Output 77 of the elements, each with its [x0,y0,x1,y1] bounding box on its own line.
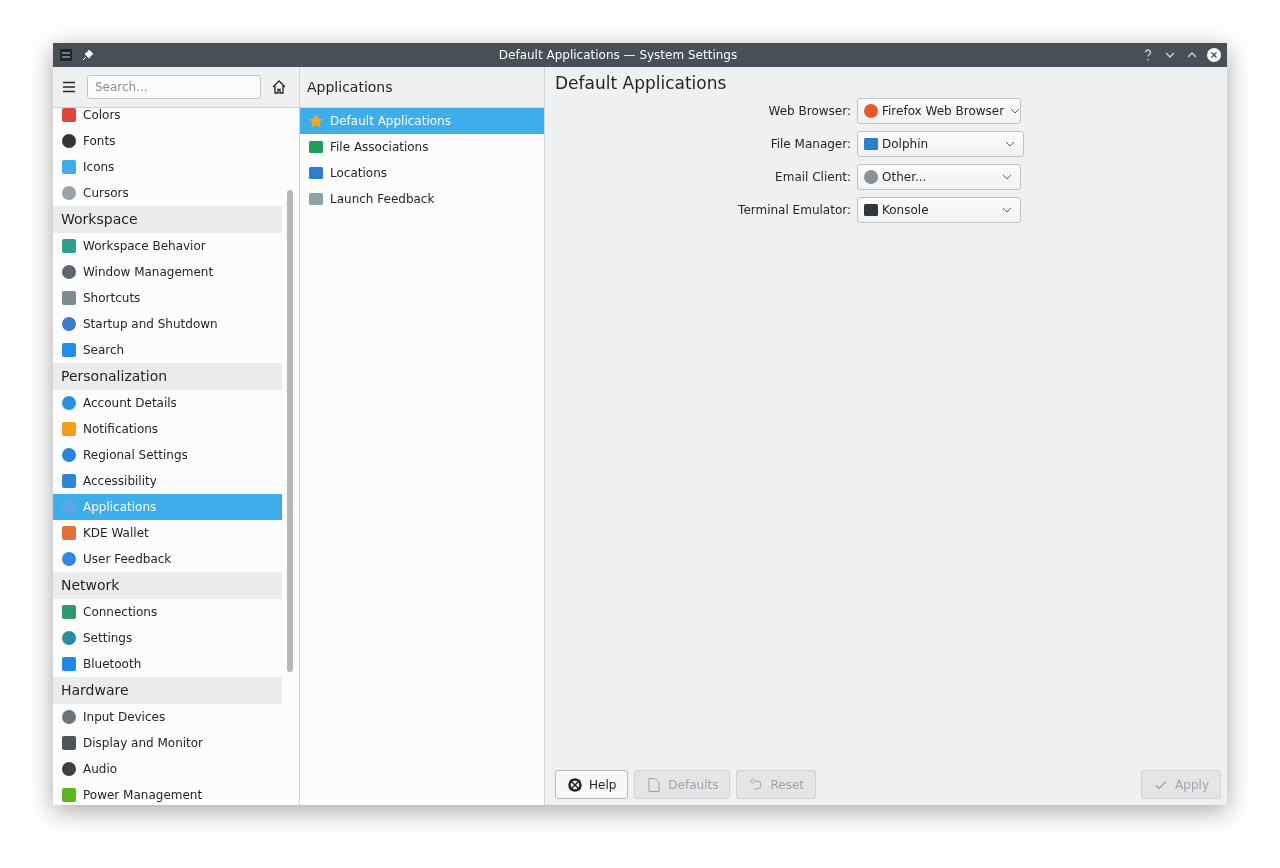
sidebar-item[interactable]: Account Details [53,390,282,416]
page-title: Default Applications [555,73,728,95]
sidebar-item[interactable]: User Feedback [53,546,282,572]
item-label: Fonts [83,134,116,148]
app-icon[interactable] [59,48,73,62]
item-label: Bluetooth [83,657,142,671]
sidebar-item[interactable]: Fonts [53,128,282,154]
sidebar-item[interactable]: Notifications [53,416,282,442]
field-label: Email Client: [774,170,851,184]
pin-icon[interactable] [81,48,95,62]
item-label: Account Details [83,396,177,410]
sidebar-item[interactable]: Display and Monitor [53,730,282,756]
application-dropdown[interactable]: Konsole [857,197,1021,223]
item-label: Display and Monitor [83,736,204,750]
sidebar-item[interactable]: Settings [53,625,282,651]
field-label: File Manager: [769,137,851,151]
sidebar-item[interactable]: Workspace Behavior [53,233,282,259]
application-dropdown[interactable]: Other... [857,164,1021,190]
subcategory-item[interactable]: Locations [300,160,544,186]
home-icon[interactable] [271,79,287,95]
scrollbar-thumb[interactable] [287,190,293,672]
item-label: Icons [83,160,115,174]
item-label: Default Applications [330,114,451,128]
panel-title: Applications [300,67,544,108]
sidebar-item[interactable]: Search [53,337,282,363]
sidebar-item[interactable]: Cursors [53,180,282,206]
item-label: User Feedback [83,552,172,566]
application-dropdown[interactable]: Dolphin [857,131,1024,157]
undo-icon [748,776,765,793]
sidebar-item[interactable]: Input Devices [53,704,282,730]
sidebar-item[interactable]: Regional Settings [53,442,282,468]
item-label: Startup and Shutdown [83,317,218,331]
section-header: Workspace [53,206,282,233]
subcategory-item[interactable]: Launch Feedback [300,186,544,212]
sidebar-item[interactable]: Power Management [53,782,282,805]
sidebar-item[interactable]: Icons [53,154,282,180]
item-label: Settings [83,631,133,645]
sidebar-item[interactable]: Colors [53,102,282,128]
item-label: Applications [83,500,157,514]
item-label: Regional Settings [83,448,188,462]
item-label: File Associations [330,140,429,154]
sidebar-item[interactable]: Accessibility [53,468,282,494]
field-label: Terminal Emulator: [737,203,851,217]
item-label: Locations [330,166,387,180]
sidebar-item[interactable]: Connections [53,599,282,625]
sidebar-item[interactable]: Window Management [53,259,282,285]
item-label: Workspace Behavior [83,239,206,253]
application-dropdown[interactable]: Firefox Web Browser [857,98,1021,124]
sidebar-item[interactable]: Shortcuts [53,285,282,311]
window-title: Default Applications — System Settings [497,48,739,62]
item-label: Connections [83,605,158,619]
item-label: Cursors [83,186,129,200]
item-label: Power Management [83,788,203,802]
section-header: Personalization [53,363,282,390]
search-field[interactable]: Search... [87,75,261,99]
item-label: Audio [83,762,118,776]
section-header: Network [53,572,282,599]
item-label: KDE Wallet [83,526,149,540]
sidebar-item[interactable]: Audio [53,756,282,782]
item-label: Accessibility [83,474,157,488]
item-label: Colors [83,108,121,122]
item-label: Launch Feedback [330,192,435,206]
field-label: Web Browser: [767,104,851,118]
close-icon[interactable] [1207,48,1221,62]
menu-icon[interactable] [61,79,77,95]
sidebar-item[interactable]: Startup and Shutdown [53,311,282,337]
subcategory-item[interactable]: File Associations [300,134,544,160]
sidebar-item[interactable]: Bluetooth [53,651,282,677]
item-label: Input Devices [83,710,166,724]
help-button[interactable]: Help [555,770,629,799]
sidebar-item[interactable]: KDE Wallet [53,520,282,546]
item-label: Shortcuts [83,291,141,305]
document-icon [646,776,663,793]
item-label: Search [83,343,125,357]
section-header: Hardware [53,677,282,704]
item-label: Notifications [83,422,159,436]
item-label: Window Management [83,265,214,279]
